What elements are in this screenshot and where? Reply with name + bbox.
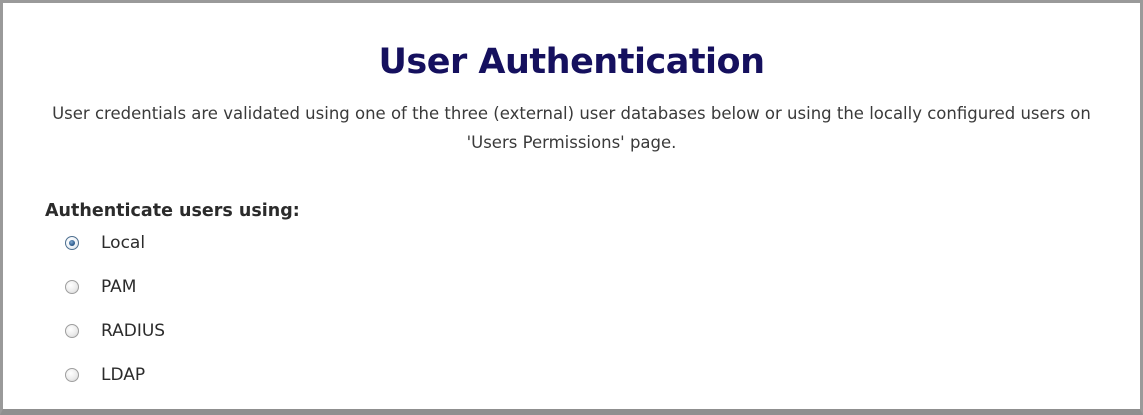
- radio-label-pam[interactable]: PAM: [101, 278, 136, 296]
- radio-button-radius[interactable]: [65, 324, 79, 338]
- radio-button-local[interactable]: [65, 236, 79, 250]
- radio-option-local[interactable]: Local: [65, 229, 165, 257]
- radio-button-ldap[interactable]: [65, 368, 79, 382]
- auth-method-label: Authenticate users using:: [45, 201, 300, 221]
- radio-option-radius[interactable]: RADIUS: [65, 317, 165, 345]
- radio-button-pam[interactable]: [65, 280, 79, 294]
- page-title: User Authentication: [378, 42, 765, 82]
- radio-option-pam[interactable]: PAM: [65, 273, 165, 301]
- auth-method-radio-group: Local PAM RADIUS LDAP: [65, 229, 165, 405]
- radio-label-ldap[interactable]: LDAP: [101, 366, 145, 384]
- auth-panel: User Authentication User credentials are…: [0, 0, 1143, 415]
- radio-label-local[interactable]: Local: [101, 234, 145, 252]
- radio-label-radius[interactable]: RADIUS: [101, 322, 165, 340]
- radio-option-ldap[interactable]: LDAP: [65, 361, 165, 389]
- page-description: User credentials are validated using one…: [52, 104, 1091, 152]
